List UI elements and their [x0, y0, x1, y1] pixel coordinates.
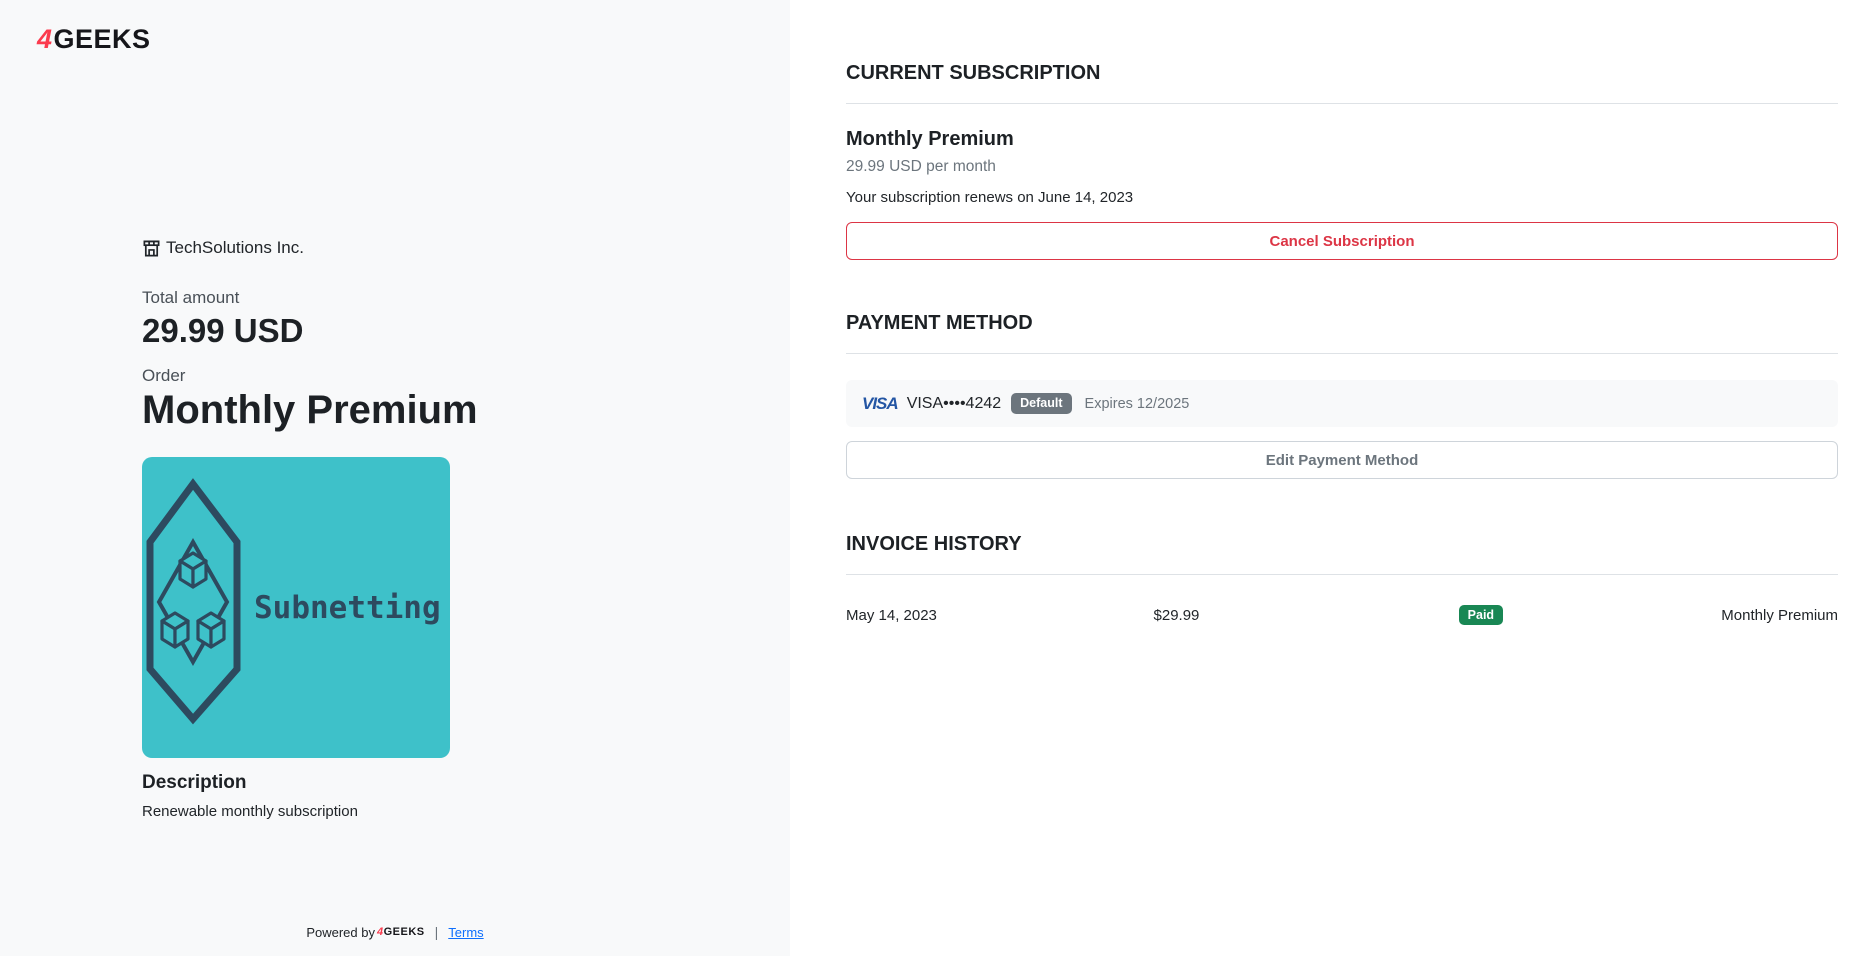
- payment-method-heading: PAYMENT METHOD: [846, 312, 1838, 335]
- order-label: Order: [142, 366, 722, 386]
- description-label: Description: [142, 772, 722, 794]
- payment-method-row: VISA VISA••••4242 Default Expires 12/202…: [846, 380, 1838, 427]
- powered-by-label: Powered by: [306, 925, 375, 940]
- product-image-title: Subnetting: [254, 590, 441, 626]
- invoice-date: May 14, 2023: [846, 607, 1154, 624]
- description-text: Renewable monthly subscription: [142, 803, 722, 820]
- divider: [846, 353, 1838, 354]
- brand-logo: 4GEEKS: [37, 24, 151, 55]
- storefront-icon: [142, 239, 161, 258]
- company-name: TechSolutions Inc.: [166, 238, 304, 258]
- edit-payment-method-button[interactable]: Edit Payment Method: [846, 441, 1838, 479]
- card-expiry: Expires 12/2025: [1085, 396, 1190, 412]
- cancel-subscription-button[interactable]: Cancel Subscription: [846, 222, 1838, 260]
- paid-badge: Paid: [1459, 605, 1503, 626]
- product-image: Subnetting: [142, 457, 450, 758]
- order-summary-panel: 4GEEKS TechSolutions Inc. Total amount 2…: [0, 0, 790, 956]
- page: 4GEEKS TechSolutions Inc. Total amount 2…: [0, 0, 1868, 956]
- brand-logo-accent: 4: [37, 24, 53, 55]
- plan-price: 29.99 USD per month: [846, 158, 1838, 176]
- total-amount-value: 29.99 USD: [142, 312, 722, 350]
- footer-brand-logo: 4GEEKS: [377, 926, 425, 938]
- footer-divider: |: [435, 924, 439, 940]
- invoice-product: Monthly Premium: [1590, 607, 1838, 624]
- hexagon-outline: [150, 484, 237, 719]
- plan-renewal-text: Your subscription renews on June 14, 202…: [846, 189, 1838, 206]
- brand-logo-text: GEEKS: [54, 24, 151, 55]
- default-badge: Default: [1011, 393, 1071, 414]
- company-row: TechSolutions Inc.: [142, 238, 722, 258]
- divider: [846, 574, 1838, 575]
- current-subscription-heading: CURRENT SUBSCRIPTION: [846, 62, 1838, 85]
- order-name: Monthly Premium: [142, 388, 722, 433]
- invoice-amount: $29.99: [1154, 607, 1372, 624]
- invoice-row: May 14, 2023 $29.99 Paid Monthly Premium: [846, 595, 1838, 635]
- divider: [846, 103, 1838, 104]
- visa-logo: VISA: [862, 394, 898, 414]
- terms-link[interactable]: Terms: [448, 925, 483, 940]
- network-cubes: [162, 553, 224, 647]
- invoice-history-heading: INVOICE HISTORY: [846, 533, 1838, 556]
- plan-name: Monthly Premium: [846, 128, 1838, 151]
- left-footer: Powered by 4GEEKS | Terms: [0, 924, 790, 940]
- card-number: VISA••••4242: [907, 395, 1001, 413]
- total-amount-label: Total amount: [142, 288, 722, 308]
- billing-panel: CURRENT SUBSCRIPTION Monthly Premium 29.…: [790, 0, 1868, 956]
